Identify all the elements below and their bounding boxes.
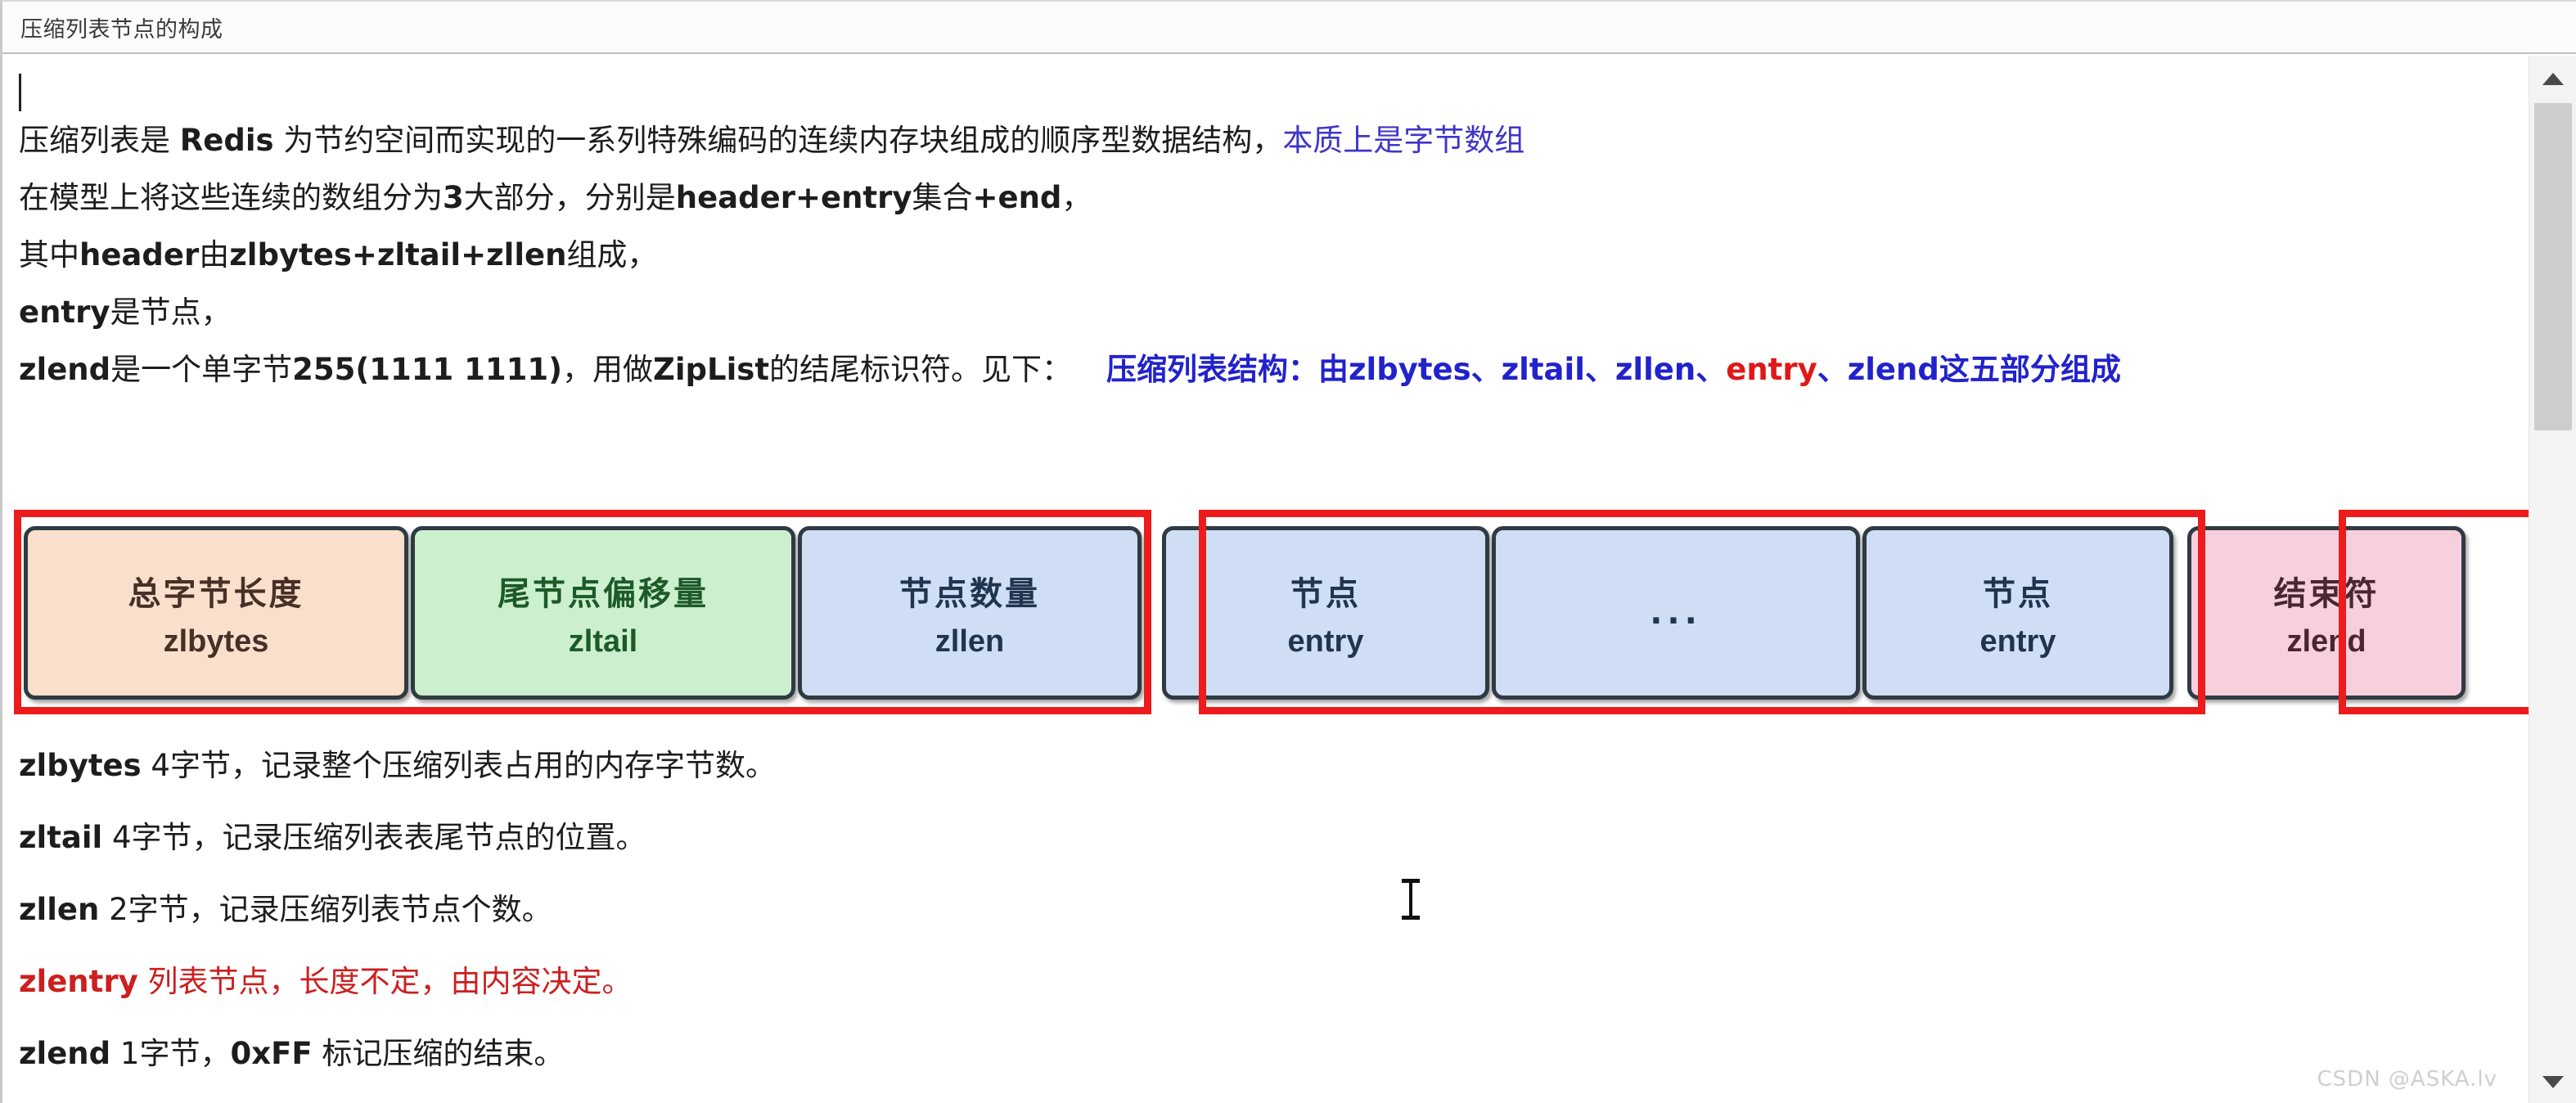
desc-zlend-term: zlend [19,1036,111,1071]
ziplist-structure-diagram: 总字节长度 zlbytes 尾节点偏移量 zltail 节点数量 zllen 节… [2,500,2531,725]
window-titlebar: 压缩列表节点的构成 [2,2,2576,54]
line5-text-b: ，用做 [562,352,654,387]
desc-zlentry-term: zlentry [19,964,138,999]
line5-blue-struct-label: 压缩列表结构：由 [1106,352,1349,387]
desc-zltail-term: zltail [19,820,103,855]
line5-text-c: 的结尾标识符。见下： [769,352,1073,387]
doc-line-1: 压缩列表是 Redis 为节约空间而实现的一系列特殊编码的连续内存块组成的顺序型… [19,123,1524,159]
line5-bold-255: 255(1111 1111) [292,352,563,387]
desc-zlentry-text: 列表节点，长度不定，由内容决定。 [137,964,633,999]
scrollbar-thumb[interactable] [2534,103,2572,430]
line3-text-b: 由 [199,237,230,272]
cell-zllen-name: zllen [934,624,1005,659]
line2-bold-end: +end [972,180,1062,215]
doc-desc-zltail: zltail 4字节，记录压缩列表表尾节点的位置。 [19,820,646,856]
line5-red-entry: entry [1726,352,1817,387]
doc-line-2: 在模型上将这些连续的数组分为3大部分，分别是header+entry集合+end… [19,180,1092,216]
line5-blue-tail: 这五部分组成 [1939,352,2121,387]
window-title: 压缩列表节点的构成 [20,16,223,43]
doc-desc-zllen: zllen 2字节，记录压缩列表节点个数。 [19,892,552,928]
line4-bold-entry: entry [19,295,110,330]
line3-text-a: 其中 [19,237,79,272]
doc-desc-zlend: zlend 1字节，0xFF 标记压缩的结束。 [19,1036,564,1072]
vertical-scrollbar[interactable] [2529,56,2576,1103]
desc-zlend-text-b: 标记压缩的结束。 [312,1036,565,1071]
diagram-cell-zlend: 结束符 zlend [2187,526,2466,700]
cell-zlend-name: zlend [2286,624,2367,659]
desc-zlbytes-text: 4字节，记录整个压缩列表占用的内存字节数。 [141,748,776,783]
line2-text-d: ， [1061,180,1092,215]
line5-blue-fields: zlbytes、zltail、zllen、 [1349,352,1727,387]
chevron-down-icon [2542,1075,2564,1088]
line1-text-a: 压缩列表是 [19,123,180,158]
desc-zlbytes-term: zlbytes [19,748,142,783]
cell-entry-first-label: 节点 [1290,574,1361,613]
chevron-up-icon [2542,72,2564,85]
diagram-cell-zltail: 尾节点偏移量 zltail [411,526,795,700]
desc-zltail-text: 4字节，记录压缩列表表尾节点的位置。 [102,820,646,855]
line3-bold-fields: zlbytes+zltail+zllen [229,237,567,272]
cell-zlend-label: 结束符 [2273,574,2380,613]
doc-line-4: entry是节点， [19,295,232,331]
line3-bold-header: header [79,237,200,272]
line4-text-a: 是节点， [110,295,232,330]
line2-text-b: 大部分，分别是 [463,180,676,215]
desc-zlend-hex: 0xFF [230,1036,313,1071]
diagram-cell-entry-last: 节点 entry [1862,526,2173,700]
line2-bold-header-entry: header+entry [675,180,912,215]
diagram-cell-zllen: 节点数量 zllen [798,526,1142,700]
line3-text-c: 组成， [566,237,658,272]
cell-entry-first-name: entry [1287,624,1364,659]
editor-window: 压缩列表节点的构成 压缩列表是 Redis 为节约空间而实现的一系列特殊编码的连… [0,0,2576,1103]
line2-bold-three: 3 [443,180,464,215]
cell-zlbytes-name: zlbytes [163,624,269,659]
cell-zltail-label: 尾节点偏移量 [498,574,709,613]
line1-text-b: 为节约空间而实现的一系列特殊编码的连续内存块组成的顺序型数据结构， [273,123,1283,158]
doc-line-5: zlend是一个单字节255(1111 1111)，用做ZipList的结尾标识… [19,352,2121,388]
watermark: CSDN @ASKA.lv [2317,1067,2497,1092]
diagram-cell-row: 总字节长度 zlbytes 尾节点偏移量 zltail 节点数量 zllen 节… [24,526,2468,700]
desc-zllen-term: zllen [19,892,100,927]
text-caret [19,74,21,111]
line1-blue-note: 本质上是字节数组 [1282,123,1525,158]
doc-desc-zlbytes: zlbytes 4字节，记录整个压缩列表占用的内存字节数。 [19,748,776,784]
text-ibeam-cursor [1402,879,1420,920]
document-content[interactable]: 压缩列表是 Redis 为节约空间而实现的一系列特殊编码的连续内存块组成的顺序型… [2,56,2531,1103]
line1-bold-redis: Redis [179,123,274,158]
line2-text-a: 在模型上将这些连续的数组分为 [19,180,443,215]
cell-zltail-name: zltail [568,624,638,659]
scroll-up-button[interactable] [2529,56,2576,101]
scroll-down-button[interactable] [2529,1059,2576,1103]
cell-zllen-label: 节点数量 [899,574,1040,613]
line5-blue-zlend: 、zlend [1817,352,1939,387]
line5-text-a: 是一个单字节 [110,352,293,387]
doc-line-3: 其中header由zlbytes+zltail+zllen组成， [19,237,657,273]
desc-zllen-text: 2字节，记录压缩列表节点个数。 [99,892,552,927]
diagram-cell-zlbytes: 总字节长度 zlbytes [24,526,408,700]
desc-zlend-text-a: 1字节， [110,1036,231,1071]
diagram-cell-ellipsis: ... [1492,526,1860,700]
line2-text-c: 集合 [912,180,973,215]
cell-entry-last-label: 节点 [1983,574,2053,613]
cell-ellipsis-label: ... [1650,594,1702,632]
cell-entry-last-name: entry [1979,624,2056,659]
line5-bold-zlend: zlend [19,352,111,387]
doc-desc-zlentry: zlentry 列表节点，长度不定，由内容决定。 [19,964,632,1000]
diagram-cell-entry-first: 节点 entry [1162,526,1489,700]
line5-bold-ziplist: ZipList [653,352,770,387]
cell-zlbytes-label: 总字节长度 [128,574,304,613]
